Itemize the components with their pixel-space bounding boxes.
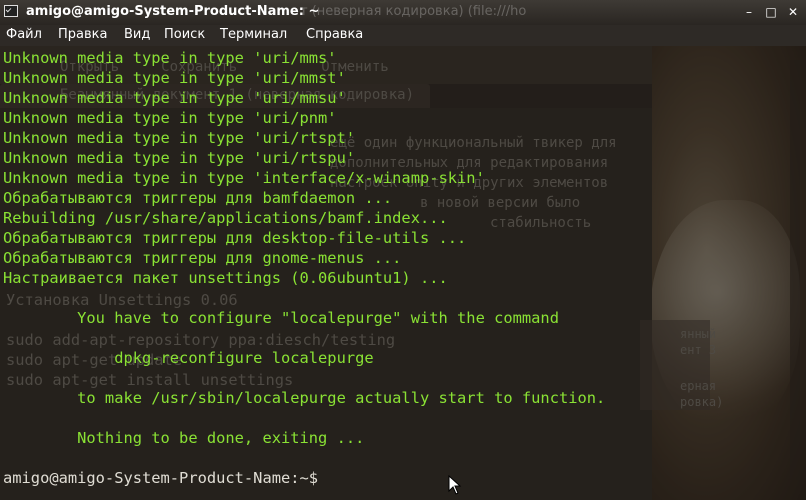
window-titlebar[interactable]: amigo@amigo-System-Product-Name: ~ т (не… bbox=[0, 0, 806, 26]
ghost-doc-command: sudo add-apt-repository ppa:diesch/testi… bbox=[6, 331, 396, 349]
menu-terminal[interactable]: Терминал bbox=[220, 27, 287, 42]
ghost-doc-line: стабильность bbox=[490, 215, 592, 231]
terminal-output[interactable]: Открыть Сохранить Отменить Безымянный до… bbox=[0, 46, 806, 500]
ghost-doc-command: sudo apt-get install unsettings bbox=[6, 371, 294, 389]
background-window-title: т (неверная кодировка) (file:///ho bbox=[300, 4, 527, 19]
terminal-line: Rebuilding /usr/share/applications/bamf.… bbox=[3, 209, 448, 227]
terminal-line: Nothing to be done, exiting ... bbox=[3, 429, 365, 447]
menu-view[interactable]: Вид bbox=[124, 27, 150, 42]
menu-edit[interactable]: Правка bbox=[58, 27, 107, 42]
terminal-icon[interactable] bbox=[4, 5, 18, 17]
menu-search[interactable]: Поиск bbox=[164, 27, 205, 42]
terminal-line: Unknown media type in type 'interface/x-… bbox=[3, 169, 485, 187]
window-title: amigo@amigo-System-Product-Name: ~ bbox=[26, 4, 320, 19]
terminal-line: Unknown media type in type 'uri/mms' bbox=[3, 49, 337, 67]
ghost-panel-text: ровка) bbox=[680, 395, 724, 409]
terminal-line: Unknown media type in type 'uri/rtspu' bbox=[3, 149, 356, 167]
terminal-line: Unknown media type in type 'uri/pnm' bbox=[3, 109, 337, 127]
terminal-line: Unknown media type in type 'uri/rtspt' bbox=[3, 129, 356, 147]
menu-file[interactable]: Файл bbox=[6, 27, 42, 42]
terminal-line: to make /usr/sbin/localepurge actually s… bbox=[3, 389, 606, 407]
minimize-icon[interactable]: – bbox=[741, 4, 757, 20]
menu-bar: Файл Правка Вид Поиск Терминал Справка bbox=[0, 25, 806, 46]
terminal-line: Обрабатываются триггеры для desktop-file… bbox=[3, 229, 467, 247]
terminal-line: Unknown media type in type 'uri/mmsu' bbox=[3, 89, 346, 107]
maximize-icon[interactable]: □ bbox=[763, 4, 779, 20]
terminal-line: Обрабатываются триггеры для bamfdaemon .… bbox=[3, 189, 393, 207]
menu-help[interactable]: Справка bbox=[306, 27, 363, 42]
ghost-doc-line: ещё один функциональный твикер для bbox=[330, 135, 617, 151]
terminal-line: Настраивается пакет unsettings (0.06ubun… bbox=[3, 269, 448, 287]
terminal-line: dpkg-reconfigure localepurge bbox=[3, 349, 374, 367]
close-icon[interactable]: ✕ bbox=[785, 4, 801, 20]
ghost-panel-text: ент 3 bbox=[680, 343, 717, 357]
ghost-doc-heading: Установка Unsettings 0.06 bbox=[6, 291, 238, 309]
terminal-line: You have to configure "localepurge" with… bbox=[3, 309, 559, 327]
terminal-line: Unknown media type in type 'uri/mmst' bbox=[3, 69, 346, 87]
terminal-line: Обрабатываются триггеры для gnome-menus … bbox=[3, 249, 402, 267]
mouse-pointer-icon bbox=[448, 475, 462, 495]
shell-prompt: amigo@amigo-System-Product-Name:~$ bbox=[3, 469, 319, 487]
